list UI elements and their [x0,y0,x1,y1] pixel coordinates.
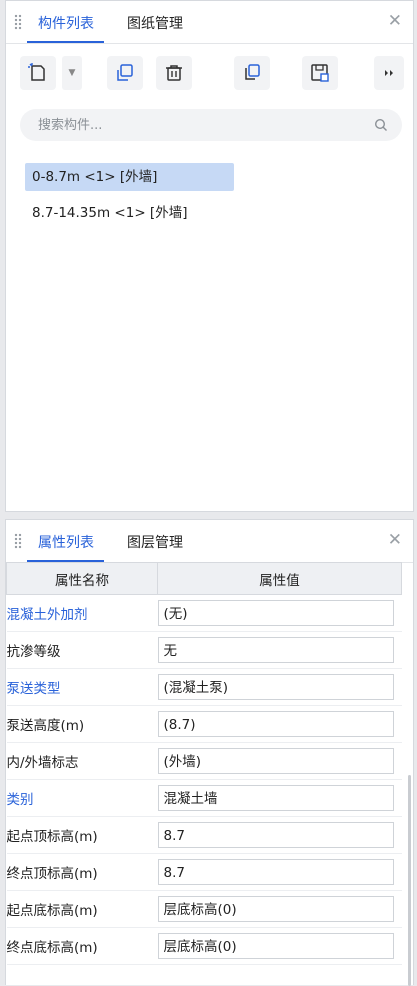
column-header-name: 属性名称 [6,562,158,595]
delete-icon [166,65,182,81]
drag-grip-icon[interactable] [14,14,22,30]
drag-grip-icon[interactable] [14,533,22,549]
table-row: 抗渗等级无 [6,631,402,669]
component-toolbar: ▼ [6,56,413,92]
more-icon [385,70,393,76]
property-name: 终点顶标高(m) [6,853,158,891]
copy-button[interactable] [107,56,143,90]
component-tabbar: 构件列表 图纸管理 ✕ [6,1,413,44]
scrollbar[interactable] [408,775,411,986]
table-row: 泵送类型 (混凝土泵) [6,668,402,706]
property-name: 抗渗等级 [6,631,158,669]
property-value-field[interactable]: 无 [157,637,394,663]
delete-button[interactable] [156,56,192,90]
new-component-button[interactable] [20,56,56,90]
property-value-cell: 8.7 [157,853,402,891]
property-name[interactable]: 混凝土外加剂 [6,594,158,632]
save-template-icon [311,64,329,82]
property-value-cell: (无) [157,594,402,632]
tab-drawing-management[interactable]: 图纸管理 [127,13,183,33]
property-value-cell: 8.7 [157,816,402,854]
column-header-value: 属性值 [157,562,402,595]
new-component-dropdown[interactable]: ▼ [62,56,82,90]
property-name: 起点顶标高(m) [6,816,158,854]
property-value-cell: (8.7) [157,705,402,743]
property-name[interactable]: 类别 [6,779,158,817]
close-icon[interactable]: ✕ [388,530,402,550]
property-value-cell: 层底标高(0) [157,890,402,928]
property-value-field[interactable]: 层底标高(0) [157,933,394,959]
table-row: 起点底标高(m) 层底标高(0) [6,890,402,928]
search-input[interactable] [38,109,358,141]
component-list-panel: 构件列表 图纸管理 ✕ ▼ 搜索构件... 0-8.7m <1> [外墙] 8.… [5,0,414,512]
property-name: 起点底标高(m) [6,890,158,928]
property-value-cell: 层底标高(0) [157,927,402,965]
layer-copy-icon [245,64,260,80]
property-value-field[interactable]: 混凝土墙 [157,785,394,811]
list-item[interactable]: 8.7-14.35m <1> [外墙] [25,199,194,227]
more-button[interactable] [374,56,404,90]
copy-icon [117,64,133,81]
table-row: 内/外墙标志 (外墙) [6,742,402,780]
property-name: 终点底标高(m) [6,927,158,965]
new-component-icon [28,63,45,81]
tab-layer-management[interactable]: 图层管理 [127,532,183,552]
property-value-cell: 混凝土墙 [157,779,402,817]
property-value-field[interactable]: 8.7 [157,859,394,885]
tab-property-list[interactable]: 属性列表 [38,532,94,552]
property-value-field[interactable]: (8.7) [157,711,394,737]
layer-copy-button[interactable] [234,56,270,90]
property-list-panel: 属性列表 图层管理 ✕ 属性名称 属性值 混凝土外加剂 (无) 抗渗等级无泵送类型(… [5,519,414,986]
list-item[interactable]: 0-8.7m <1> [外墙] [25,163,234,191]
save-template-button[interactable] [302,56,338,90]
table-row: 类别 混凝土墙 [6,779,402,817]
property-value-field[interactable]: (外墙) [157,748,394,774]
property-value-field[interactable]: (无) [157,600,394,626]
property-value-cell: (混凝土泵) [157,668,402,706]
property-name: 泵送高度(m) [6,705,158,743]
property-value-cell: 无 [157,631,402,669]
property-value-field[interactable]: 8.7 [157,822,394,848]
property-value-field[interactable]: (混凝土泵) [157,674,394,700]
table-row: 终点顶标高(m) 8.7 [6,853,402,891]
property-table: 属性名称 属性值 混凝土外加剂 (无) 抗渗等级无泵送类型 (混凝土泵) 泵送高度(m)… [6,562,402,965]
search-icon[interactable] [374,118,388,132]
table-row: 起点顶标高(m) 8.7 [6,816,402,854]
property-name[interactable]: 泵送类型 [6,668,158,706]
property-value-field[interactable]: 层底标高(0) [157,896,394,922]
close-icon[interactable]: ✕ [388,11,402,31]
active-tab-indicator [27,41,104,43]
table-row: 泵送高度(m) (8.7) [6,705,402,743]
search-box [20,109,402,141]
table-row: 终点底标高(m) 层底标高(0) [6,927,402,965]
property-tabbar: 属性列表 图层管理 ✕ [6,520,413,563]
table-row: 混凝土外加剂 (无) [6,594,402,632]
property-value-cell: (外墙) [157,742,402,780]
property-name: 内/外墙标志 [6,742,158,780]
tab-component-list[interactable]: 构件列表 [38,13,94,33]
